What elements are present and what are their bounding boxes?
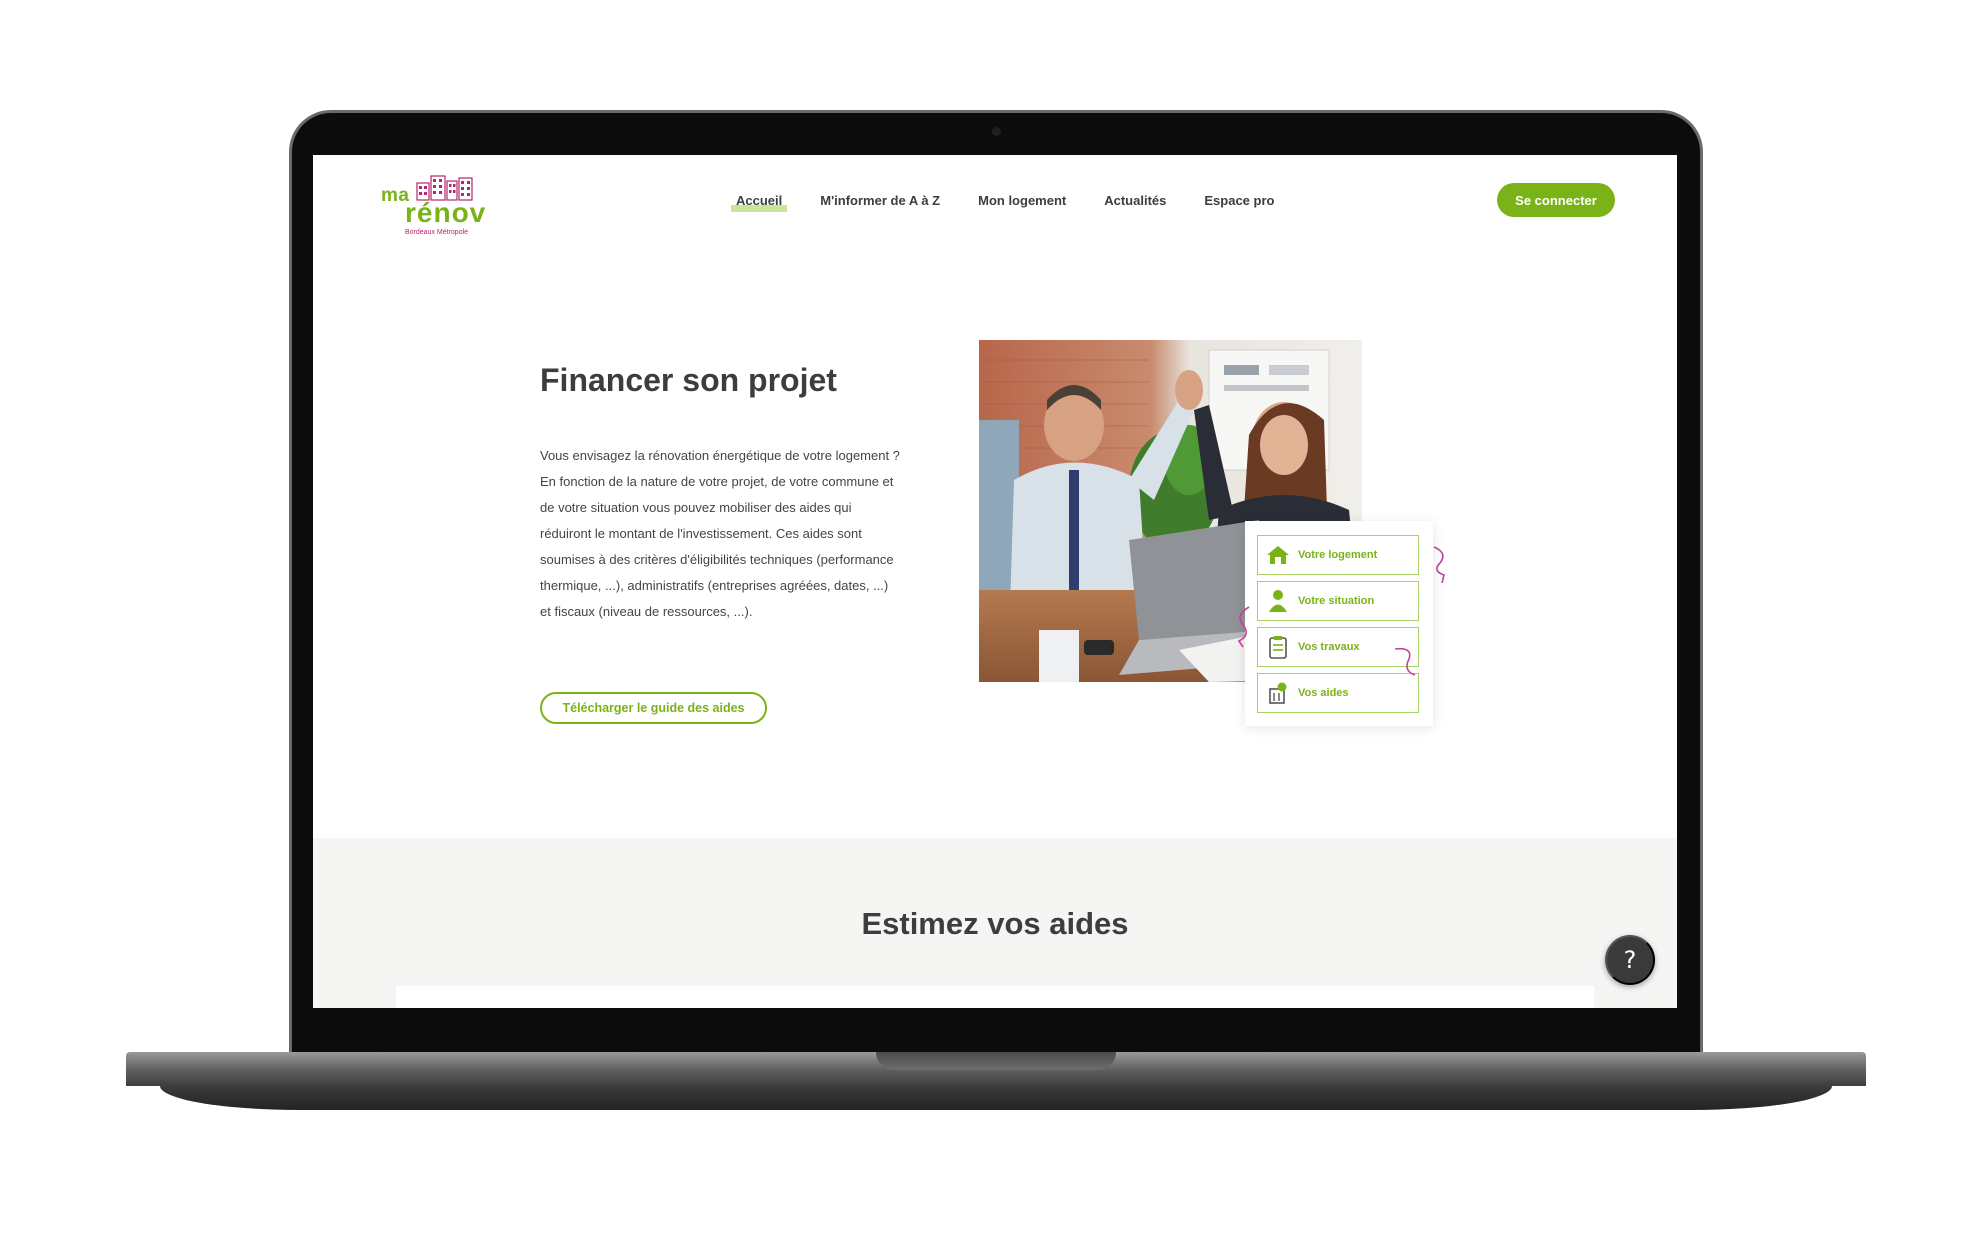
laptop-notch [876, 1052, 1116, 1070]
step-label: Vos aides [1298, 687, 1349, 699]
main-nav: Accueil M'informer de A à Z Mon logement… [717, 193, 1293, 212]
browser-screen: ma rénov Bordeaux Métropole Accueil M'in… [313, 155, 1677, 1008]
nav-item-espace-pro[interactable]: Espace pro [1185, 193, 1293, 208]
laptop-base-bottom [160, 1086, 1832, 1110]
house-icon [1258, 536, 1298, 574]
login-button[interactable]: Se connecter [1497, 183, 1615, 217]
nav-item-accueil[interactable]: Accueil [717, 193, 801, 212]
estimate-title: Estimez vos aides [861, 906, 1129, 941]
person-icon [1258, 582, 1298, 620]
step-votre-situation[interactable]: Votre situation [1257, 581, 1419, 621]
help-button[interactable]: ? [1605, 935, 1655, 985]
nav-item-mon-logement[interactable]: Mon logement [959, 193, 1085, 208]
laptop-camera [992, 127, 1001, 136]
squiggle-arrow-icon [1237, 606, 1250, 648]
step-votre-logement[interactable]: Votre logement [1257, 535, 1419, 575]
squiggle-arrow-icon [1394, 647, 1416, 676]
clipboard-icon [1258, 628, 1298, 666]
nav-item-minformer[interactable]: M'informer de A à Z [801, 193, 959, 208]
squiggle-arrow-icon [1433, 546, 1445, 584]
estimate-section: Estimez vos aides [313, 838, 1677, 1008]
step-label: Votre logement [1298, 549, 1378, 561]
step-vos-aides[interactable]: Vos aides [1257, 673, 1419, 713]
step-label: Vos travaux [1298, 641, 1360, 653]
estimate-card [396, 986, 1594, 1008]
logo-subtitle: Bordeaux Métropole [405, 229, 469, 236]
download-guide-button[interactable]: Télécharger le guide des aides [540, 692, 767, 724]
hero-description: Vous envisagez la rénovation énergétique… [540, 448, 900, 619]
aid-steps-card: Votre logement Votre situation Vos trava… [1245, 521, 1433, 726]
nav-item-actualites[interactable]: Actualités [1085, 193, 1185, 208]
site-logo[interactable]: ma rénov Bordeaux Métropole [381, 173, 485, 239]
money-icon [1258, 674, 1298, 712]
hero-title: Financer son projet [540, 362, 837, 398]
step-label: Votre situation [1298, 595, 1375, 607]
logo-text-renov: rénov [405, 197, 487, 228]
